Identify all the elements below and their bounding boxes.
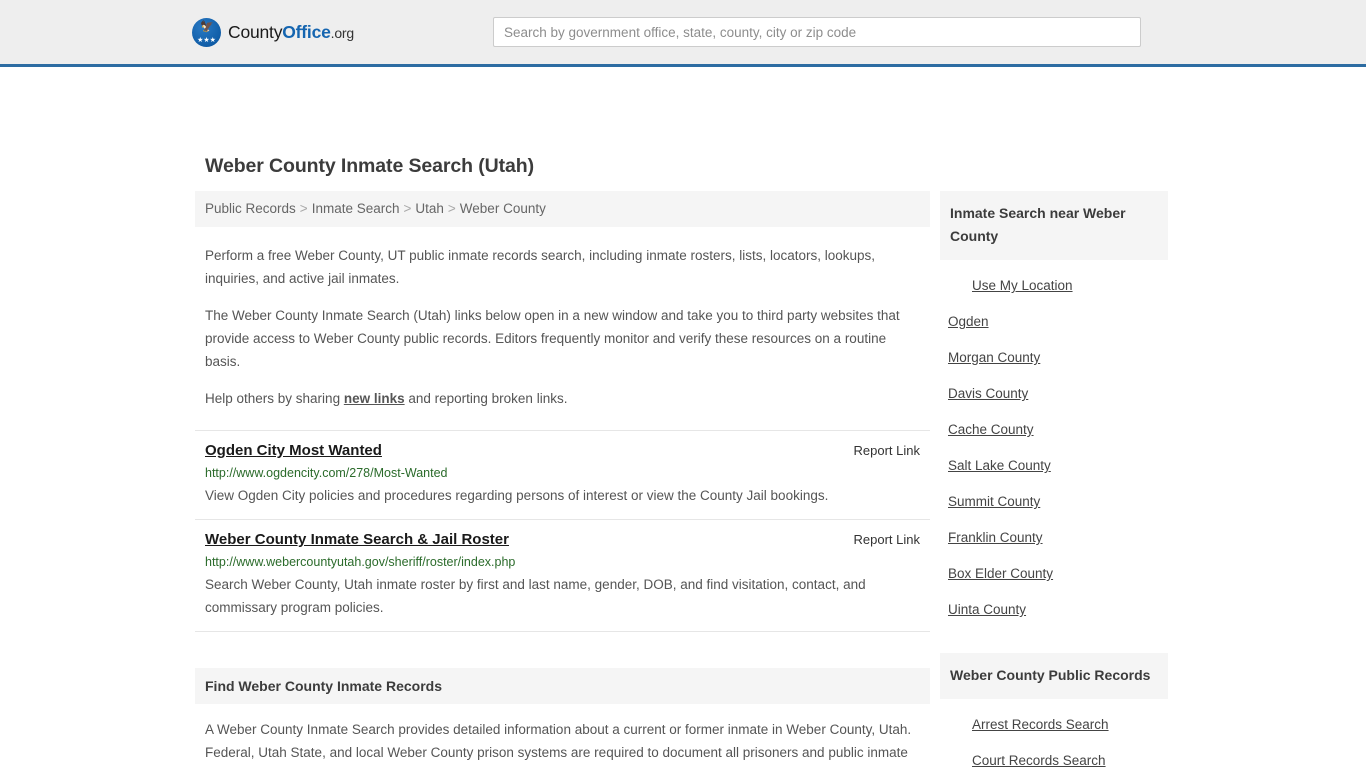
site-logo[interactable]: 🦅 ★★★ CountyOffice.org bbox=[192, 17, 354, 47]
find-records-heading: Find Weber County Inmate Records bbox=[195, 668, 930, 704]
logo-text-county: County bbox=[228, 21, 283, 42]
intro-paragraph-2: The Weber County Inmate Search (Utah) li… bbox=[205, 308, 900, 369]
report-link-button[interactable]: Report Link bbox=[834, 530, 920, 550]
sidebar-link-label[interactable]: Davis County bbox=[940, 375, 1168, 411]
sidebar-item-court-records-search[interactable]: Court Records Search bbox=[940, 742, 1168, 768]
find-records-section: Find Weber County Inmate Records A Weber… bbox=[195, 668, 930, 768]
logo-text: CountyOffice.org bbox=[228, 22, 354, 43]
stars-glyph: ★★★ bbox=[197, 36, 216, 44]
logo-text-org: .org bbox=[330, 24, 355, 41]
find-records-paragraph: A Weber County Inmate Search provides de… bbox=[205, 722, 912, 760]
sidebar-panel-nearby: Inmate Search near Weber County Use My L… bbox=[940, 191, 1168, 627]
sidebar-item-summit-county[interactable]: Summit County bbox=[940, 483, 1168, 519]
sidebar-link-label[interactable]: Court Records Search bbox=[940, 742, 1168, 768]
result-description: View Ogden City policies and procedures … bbox=[205, 488, 829, 503]
sidebar-link-label[interactable]: Franklin County bbox=[940, 519, 1168, 555]
sidebar: Inmate Search near Weber County Use My L… bbox=[940, 191, 1168, 768]
sidebar-panel-heading: Weber County Public Records bbox=[940, 653, 1168, 699]
site-header: 🦅 ★★★ CountyOffice.org bbox=[0, 0, 1366, 67]
sidebar-link-label[interactable]: Arrest Records Search bbox=[940, 699, 1168, 742]
header-inner: 🦅 ★★★ CountyOffice.org bbox=[0, 0, 1366, 64]
sidebar-item-morgan-county[interactable]: Morgan County bbox=[940, 339, 1168, 375]
sidebar-link-label[interactable]: Use My Location bbox=[940, 260, 1168, 303]
find-records-body: A Weber County Inmate Search provides de… bbox=[195, 718, 930, 768]
result-item: Weber County Inmate Search & Jail Roster… bbox=[195, 520, 930, 632]
sidebar-link-label[interactable]: Box Elder County bbox=[940, 555, 1168, 591]
sidebar-item-ogden[interactable]: Ogden bbox=[940, 303, 1168, 339]
sidebar-item-franklin-county[interactable]: Franklin County bbox=[940, 519, 1168, 555]
report-link-button[interactable]: Report Link bbox=[834, 441, 920, 461]
intro-section: Perform a free Weber County, UT public i… bbox=[195, 244, 930, 410]
result-item-header: Weber County Inmate Search & Jail Roster… bbox=[205, 530, 920, 550]
share-text-after: and reporting broken links. bbox=[404, 391, 568, 406]
intro-paragraph-1: Perform a free Weber County, UT public i… bbox=[205, 248, 876, 286]
sidebar-link-label[interactable]: Cache County bbox=[940, 411, 1168, 447]
intro-paragraph-3: Help others by sharing new links and rep… bbox=[205, 387, 920, 410]
sidebar-panel-heading: Inmate Search near Weber County bbox=[940, 191, 1168, 260]
result-item-header: Ogden City Most Wanted Report Link bbox=[205, 441, 920, 461]
result-url[interactable]: http://www.webercountyutah.gov/sheriff/r… bbox=[205, 554, 920, 571]
logo-text-office: Office bbox=[282, 21, 331, 42]
breadcrumb-separator: > bbox=[447, 201, 456, 216]
new-links-link[interactable]: new links bbox=[344, 391, 405, 406]
breadcrumb-separator: > bbox=[403, 201, 412, 216]
main-column: Public Records > Inmate Search > Utah > Weber … bbox=[195, 191, 930, 768]
sidebar-link-label[interactable]: Ogden bbox=[940, 303, 1168, 339]
sidebar-link-label[interactable]: Morgan County bbox=[940, 339, 1168, 375]
breadcrumb-item-utah[interactable]: Utah bbox=[415, 201, 444, 216]
breadcrumb-item-weber-county[interactable]: Weber County bbox=[460, 201, 546, 216]
result-description: Search Weber County, Utah inmate roster … bbox=[205, 577, 866, 615]
sidebar-panel-public-records: Weber County Public Records Arrest Recor… bbox=[940, 653, 1168, 768]
sidebar-public-records-list: Arrest Records Search Court Records Sear… bbox=[940, 699, 1168, 768]
sidebar-item-cache-county[interactable]: Cache County bbox=[940, 411, 1168, 447]
sidebar-nearby-list: Use My Location Ogden Morgan County Davi… bbox=[940, 260, 1168, 627]
result-link-list: Ogden City Most Wanted Report Link http:… bbox=[195, 430, 930, 632]
breadcrumb-item-inmate-search[interactable]: Inmate Search bbox=[312, 201, 400, 216]
breadcrumb-item-public-records[interactable]: Public Records bbox=[205, 201, 296, 216]
sidebar-item-salt-lake-county[interactable]: Salt Lake County bbox=[940, 447, 1168, 483]
eagle-glyph: 🦅 bbox=[200, 20, 214, 33]
share-text-before: Help others by sharing bbox=[205, 391, 344, 406]
sidebar-link-label[interactable]: Summit County bbox=[940, 483, 1168, 519]
result-url[interactable]: http://www.ogdencity.com/278/Most-Wanted bbox=[205, 465, 920, 482]
sidebar-link-label[interactable]: Uinta County bbox=[940, 591, 1168, 627]
sidebar-item-davis-county[interactable]: Davis County bbox=[940, 375, 1168, 411]
result-item: Ogden City Most Wanted Report Link http:… bbox=[195, 430, 930, 520]
result-title-link[interactable]: Ogden City Most Wanted bbox=[205, 441, 382, 461]
sidebar-item-uinta-county[interactable]: Uinta County bbox=[940, 591, 1168, 627]
page-title: Weber County Inmate Search (Utah) bbox=[205, 155, 534, 177]
sidebar-link-label[interactable]: Salt Lake County bbox=[940, 447, 1168, 483]
sidebar-item-arrest-records-search[interactable]: Arrest Records Search bbox=[940, 699, 1168, 742]
sidebar-item-use-my-location[interactable]: Use My Location bbox=[940, 260, 1168, 303]
breadcrumb-separator: > bbox=[299, 201, 308, 216]
result-title-link[interactable]: Weber County Inmate Search & Jail Roster bbox=[205, 530, 509, 550]
breadcrumb: Public Records > Inmate Search > Utah > Weber … bbox=[195, 191, 930, 227]
eagle-shield-icon: 🦅 ★★★ bbox=[192, 17, 221, 47]
search-input[interactable] bbox=[493, 17, 1141, 47]
sidebar-item-box-elder-county[interactable]: Box Elder County bbox=[940, 555, 1168, 591]
